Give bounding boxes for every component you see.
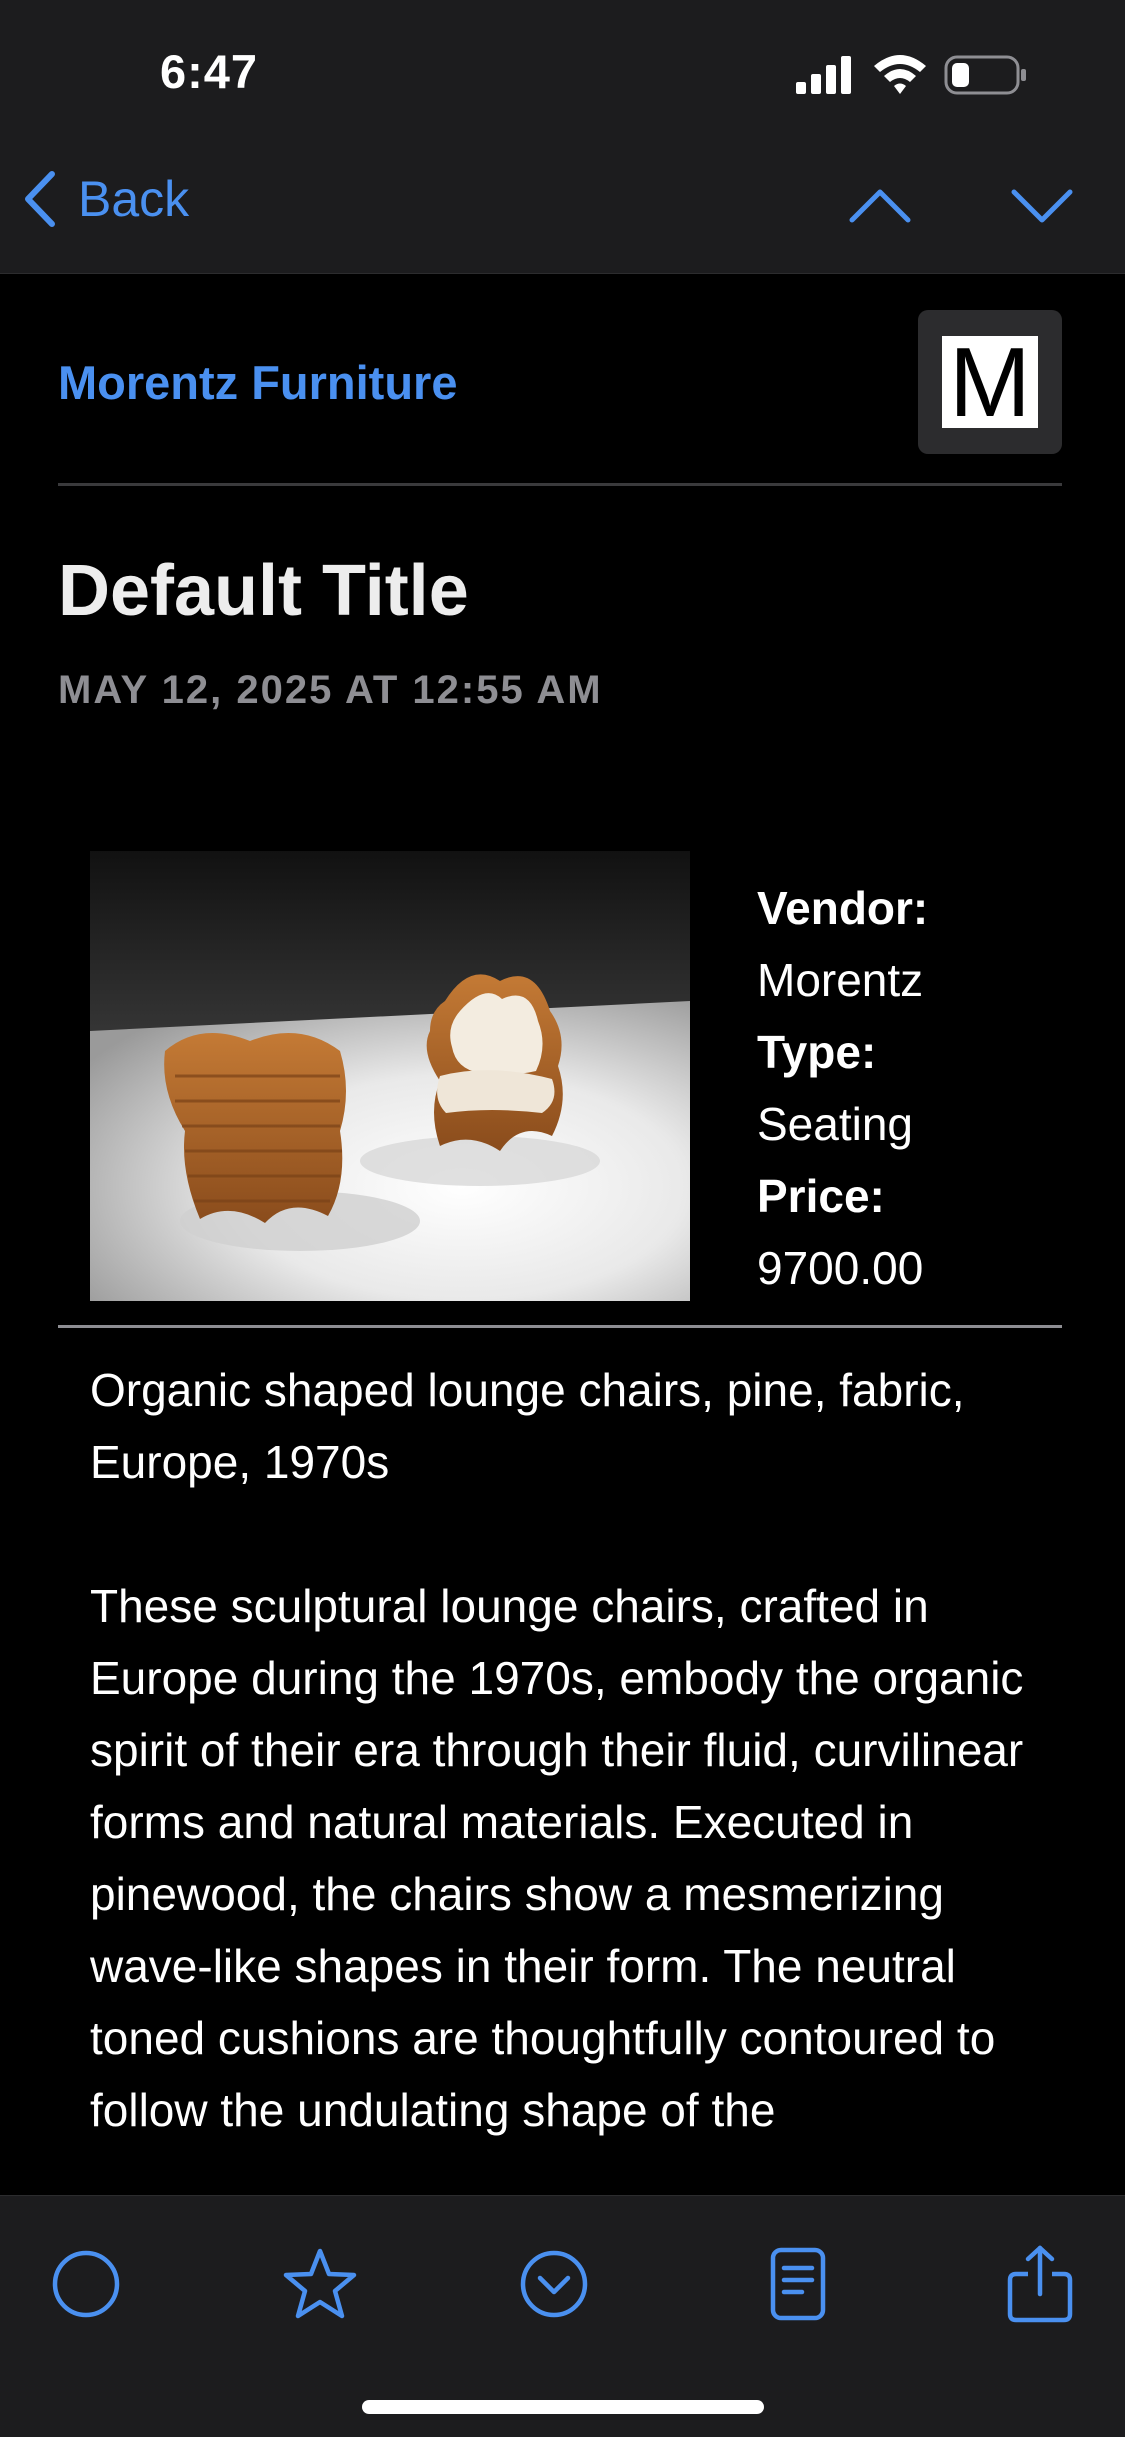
battery-icon [944,55,1026,95]
vendor-label: Vendor: [757,882,929,934]
product-image[interactable] [90,851,690,1301]
sender-logo-letter: M [942,333,1038,431]
sender-name[interactable]: Morentz Furniture [58,355,457,410]
status-time: 6:47 [160,45,259,98]
top-bar: 6:47 Back [0,0,1125,274]
share-icon[interactable] [1000,2244,1080,2324]
product-description: These sculptural lounge chairs, crafted … [90,1580,1024,2136]
header-divider [58,483,1062,486]
type-label: Type: [757,1026,877,1078]
wifi-icon [874,55,926,94]
price-value: 9700.00 [757,1242,924,1294]
document-icon[interactable] [758,2244,838,2324]
type-value: Seating [757,1098,914,1150]
cellular-signal-icon [796,56,851,94]
product-specs: Vendor: Morentz Type: Seating Price: 970… [757,872,928,1304]
product-divider [58,1325,1062,1328]
star-icon[interactable] [280,2244,360,2324]
lounge-chairs-image [90,851,690,1301]
email-title: Default Title [58,551,469,631]
price-label: Price: [757,1170,885,1222]
chevron-left-icon [25,171,55,227]
status-icons [796,55,1026,95]
product-summary: Organic shaped lounge chairs, pine, fabr… [90,1364,965,1488]
back-label: Back [78,171,190,227]
previous-message-button[interactable] [848,186,912,226]
back-button[interactable]: Back [22,170,189,228]
chevron-circle-icon[interactable] [514,2244,594,2324]
vendor-value: Morentz [757,954,924,1006]
home-indicator[interactable] [362,2400,764,2414]
next-message-button[interactable] [1010,186,1074,226]
email-date: MAY 12, 2025 AT 12:55 AM [58,668,603,712]
sender-logo: M [918,310,1062,454]
email-body: Organic shaped lounge chairs, pine, fabr… [90,1354,1030,2218]
circle-icon[interactable] [46,2244,126,2324]
